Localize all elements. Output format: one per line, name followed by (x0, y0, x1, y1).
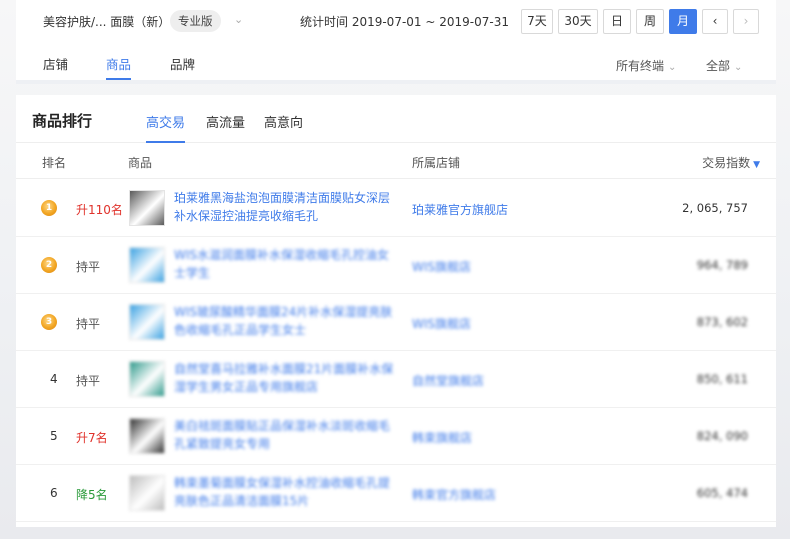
chevron-right-icon: › (743, 14, 749, 28)
product-thumbnail[interactable] (129, 475, 165, 511)
shop-link[interactable]: 韩束官方旗舰店 (412, 486, 496, 503)
rank-trend: 降5名 (76, 488, 108, 502)
table-row[interactable]: 6 降5名 韩束墨菊面膜女保湿补水控油收缩毛孔提亮肤色正品清洁面膜15片 韩束官… (16, 465, 776, 522)
rank-medal-icon: 3 (41, 314, 57, 330)
panel-title: 商品排行 (32, 112, 93, 130)
shop-link[interactable]: 韩束旗舰店 (412, 429, 472, 446)
rank-trend: 升7名 (76, 431, 108, 445)
scope-filter[interactable]: 全部 ⌄ (706, 57, 742, 74)
terminal-filter[interactable]: 所有终端 ⌄ (616, 57, 676, 74)
rank-medal-icon: 1 (41, 200, 57, 216)
rank-number: 5 (50, 429, 58, 443)
filter-row: 美容护肤/... 面膜（新） 专业版 ⌄ 统计时间 2019-07-01 ~ 2… (16, 8, 776, 36)
trade-index-value: 873, 602 (696, 315, 748, 329)
product-link[interactable]: 自然堂喜马拉雅补水面膜21片面膜补水保湿学生男女正品专用旗舰店 (174, 360, 394, 396)
subtab-high-trade[interactable]: 高交易 (146, 112, 186, 143)
subtab-high-traffic[interactable]: 高流量 (206, 112, 245, 143)
shop-link[interactable]: 自然堂旗舰店 (412, 372, 484, 389)
category-selector[interactable]: 美容护肤/... 面膜（新） (43, 13, 170, 30)
sort-down-icon[interactable]: ▼ (753, 160, 760, 170)
product-link[interactable]: 珀莱雅黑海盐泡泡面膜清洁面膜贴女深层补水保湿控油提亮收缩毛孔 (174, 189, 394, 225)
column-trade-index-label: 交易指数 (702, 156, 751, 170)
column-trade-index[interactable]: 交易指数 ▼ (702, 154, 760, 171)
chevron-down-icon: ⌄ (668, 62, 677, 73)
divider (16, 80, 776, 84)
table-header: 排名 商品 所属店铺 交易指数 ▼ (16, 143, 776, 179)
period-button-7d[interactable]: 7天 (521, 9, 553, 34)
rank-medal-icon: 2 (41, 257, 57, 273)
period-button-30d[interactable]: 30天 (558, 9, 598, 34)
product-link[interactable]: WIS玻尿酸精华面膜24片补水保湿提亮肤色收缩毛孔正品学生女士 (174, 303, 394, 339)
product-thumbnail[interactable] (129, 190, 165, 226)
rank-trend: 升110名 (76, 203, 123, 217)
product-link[interactable]: 美白祛斑面膜贴正品保湿补水淡斑收缩毛孔紧致提亮女专用 (174, 417, 394, 453)
table-row[interactable]: 2 持平 WIS水滋润面膜补水保湿收缩毛孔控油女士学生 WIS旗舰店 964, … (16, 237, 776, 294)
panel-header: 商品排行 高交易 高流量 高意向 (16, 95, 776, 143)
period-button-day[interactable]: 日 (603, 9, 631, 34)
trade-index-value: 2, 065, 757 (682, 201, 748, 215)
trade-index-value: 964, 789 (696, 258, 748, 272)
shop-link[interactable]: 珀莱雅官方旗舰店 (412, 201, 508, 218)
prev-period-button[interactable]: ‹ (702, 9, 728, 34)
chevron-down-icon[interactable]: ⌄ (234, 13, 243, 26)
column-rank: 排名 (42, 156, 67, 170)
tab-shop[interactable]: 店铺 (43, 54, 68, 80)
terminal-filter-label: 所有终端 (616, 59, 665, 73)
table-row[interactable]: 4 持平 自然堂喜马拉雅补水面膜21片面膜补水保湿学生男女正品专用旗舰店 自然堂… (16, 351, 776, 408)
rank-number: 4 (50, 372, 58, 386)
table-row[interactable]: 3 持平 WIS玻尿酸精华面膜24片补水保湿提亮肤色收缩毛孔正品学生女士 WIS… (16, 294, 776, 351)
scope-filter-label: 全部 (706, 59, 731, 73)
chevron-left-icon: ‹ (712, 14, 718, 28)
rank-trend: 持平 (76, 260, 101, 274)
tab-brand[interactable]: 品牌 (170, 54, 195, 80)
shop-link[interactable]: WIS旗舰店 (412, 258, 471, 275)
next-period-button[interactable]: › (733, 9, 759, 34)
trade-index-value: 824, 090 (696, 429, 748, 443)
shop-link[interactable]: WIS旗舰店 (412, 315, 471, 332)
period-button-month[interactable]: 月 (669, 9, 697, 34)
product-link[interactable]: 韩束墨菊面膜女保湿补水控油收缩毛孔提亮肤色正品清洁面膜15片 (174, 474, 394, 510)
trade-index-value: 605, 474 (696, 486, 748, 500)
product-link[interactable]: WIS水滋润面膜补水保湿收缩毛孔控油女士学生 (174, 246, 394, 282)
rank-number: 6 (50, 486, 58, 500)
product-thumbnail[interactable] (129, 304, 165, 340)
rank-trend: 持平 (76, 317, 101, 331)
trade-index-value: 850, 611 (696, 372, 748, 386)
table-row[interactable]: 1 升110名 珀莱雅黑海盐泡泡面膜清洁面膜贴女深层补水保湿控油提亮收缩毛孔 珀… (16, 180, 776, 237)
chevron-down-icon: ⌄ (734, 62, 743, 73)
rank-trend: 持平 (76, 374, 101, 388)
product-ranking-panel: 商品排行 高交易 高流量 高意向 排名 商品 所属店铺 交易指数 ▼ 1 升110… (16, 95, 776, 527)
product-thumbnail[interactable] (129, 418, 165, 454)
column-shop: 所属店铺 (412, 156, 461, 170)
column-product: 商品 (128, 156, 153, 170)
table-row[interactable]: 5 升7名 美白祛斑面膜贴正品保湿补水淡斑收缩毛孔紧致提亮女专用 韩束旗舰店 8… (16, 408, 776, 465)
nav-row: 店铺 商品 品牌 所有终端 ⌄ 全部 ⌄ (16, 42, 776, 80)
period-button-week[interactable]: 周 (636, 9, 664, 34)
top-filter-bar: 美容护肤/... 面膜（新） 专业版 ⌄ 统计时间 2019-07-01 ~ 2… (16, 0, 776, 84)
product-thumbnail[interactable] (129, 361, 165, 397)
product-thumbnail[interactable] (129, 247, 165, 283)
subtab-high-intent[interactable]: 高意向 (264, 112, 303, 143)
stat-time-range: 统计时间 2019-07-01 ~ 2019-07-31 (300, 15, 509, 29)
edition-badge[interactable]: 专业版 (170, 10, 221, 32)
tab-product[interactable]: 商品 (106, 54, 132, 80)
